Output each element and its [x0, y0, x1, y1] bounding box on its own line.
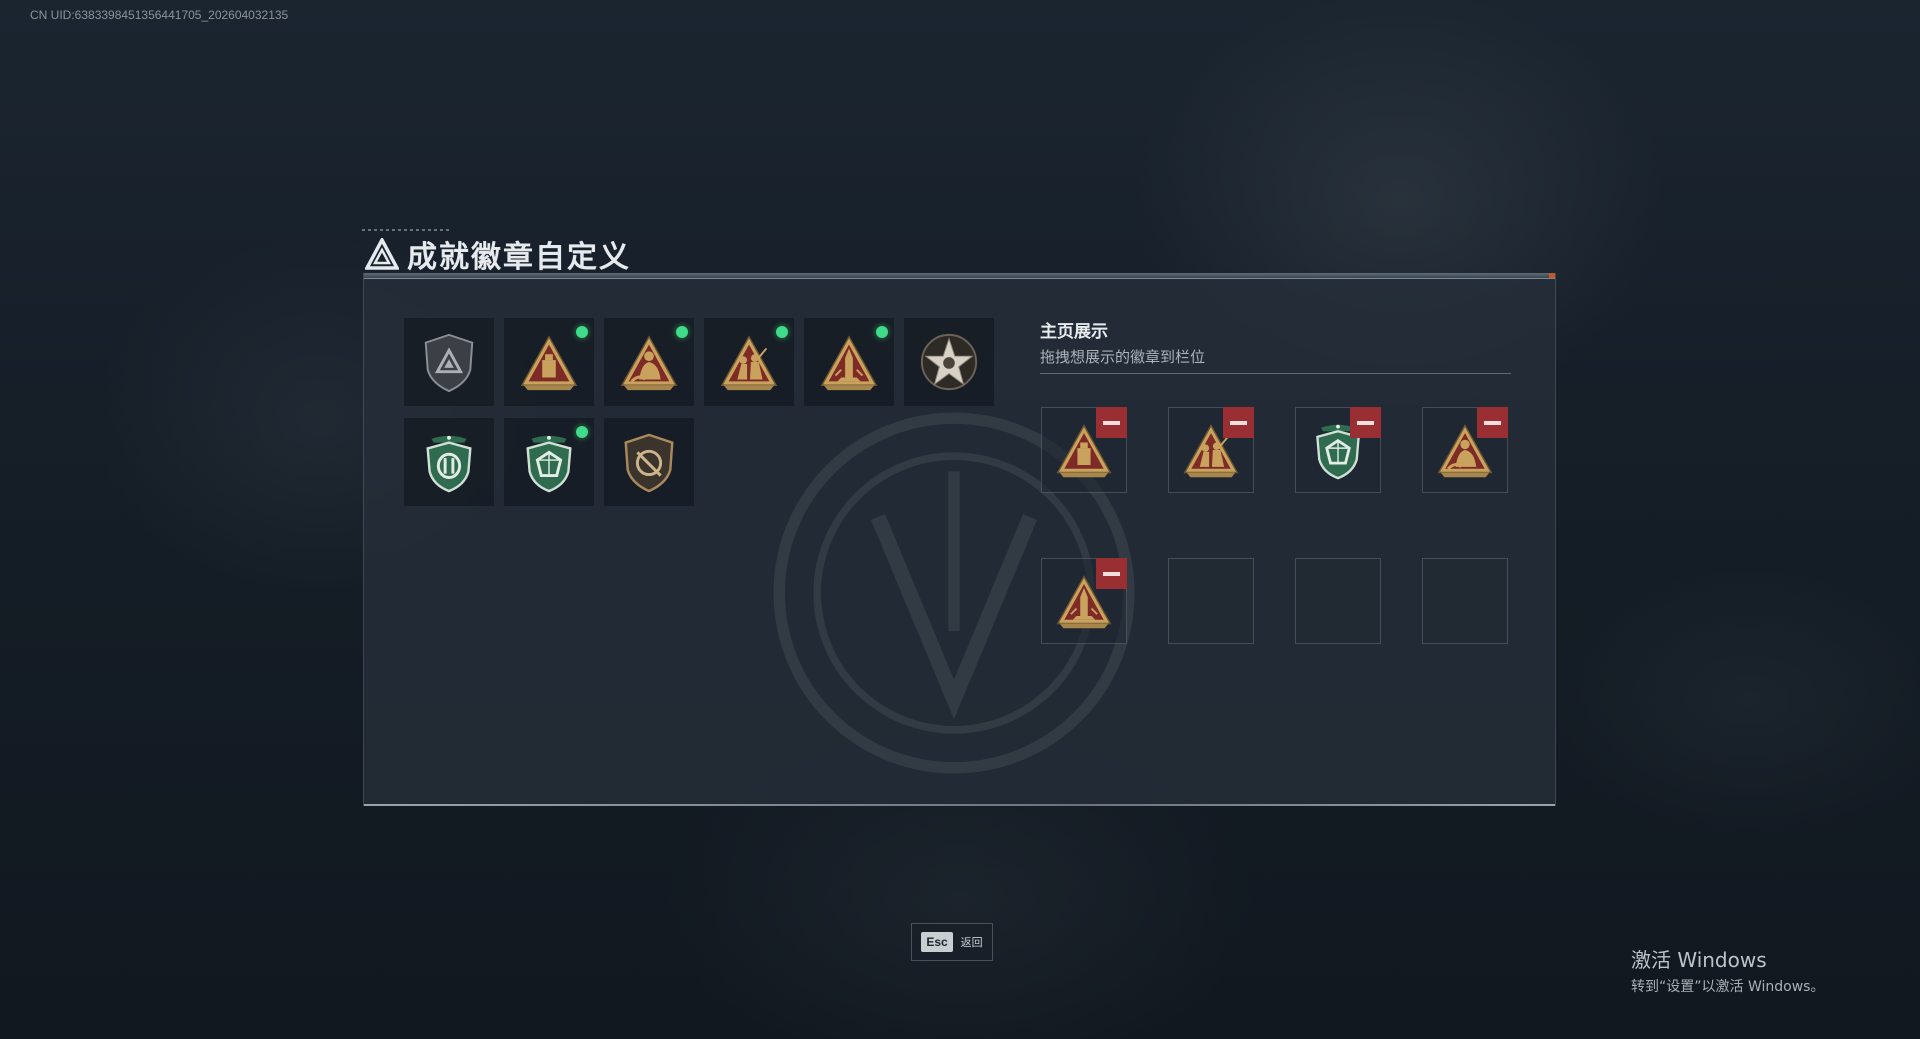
badge-slot-star-medal-badge[interactable] — [904, 318, 994, 406]
minus-icon — [1484, 420, 1501, 425]
badge-collection-grid — [404, 318, 994, 506]
remove-badge-button[interactable] — [1477, 407, 1508, 438]
new-indicator-dot — [876, 326, 888, 338]
bronze-shield-crossed-icon — [624, 433, 674, 493]
showcase-slot-3[interactable] — [1295, 407, 1381, 493]
page-title: 成就徽章自定义 — [407, 240, 631, 275]
watermark-subtitle: 转到“设置”以激活 Windows。 — [1631, 979, 1825, 995]
green-shield-gem-icon — [526, 435, 572, 493]
showcase-slot-7[interactable] — [1295, 558, 1381, 644]
minus-icon — [1103, 420, 1120, 425]
triangle-rocket-icon — [820, 335, 878, 391]
remove-badge-button[interactable] — [1223, 407, 1254, 438]
remove-badge-button[interactable] — [1096, 407, 1127, 438]
uid-label: CN UID:6383398451356441705_202604032135 — [30, 8, 289, 22]
minus-icon — [1357, 420, 1374, 425]
new-indicator-dot — [776, 326, 788, 338]
showcase-title: 主页展示 — [1040, 322, 1108, 342]
new-indicator-dot — [576, 326, 588, 338]
badge-customize-panel: 主页展示 拖拽想展示的徽章到栏位 — [363, 273, 1556, 806]
showcase-slot-4[interactable] — [1422, 407, 1508, 493]
minus-icon — [1103, 571, 1120, 576]
badge-slot-bronze-shield-badge[interactable] — [604, 418, 694, 506]
windows-activation-watermark: 激活 Windows 转到“设置”以激活 Windows。 — [1631, 944, 1824, 996]
panel-top-bar — [364, 273, 1555, 279]
showcase-slot-grid — [1041, 407, 1508, 644]
shield-triangle-icon — [424, 333, 474, 393]
remove-badge-button[interactable] — [1096, 558, 1127, 589]
page-header: 成就徽章自定义 — [365, 232, 631, 276]
showcase-slot-8[interactable] — [1422, 558, 1508, 644]
showcase-slot-1[interactable] — [1041, 407, 1127, 493]
esc-key-icon: Esc — [921, 932, 953, 952]
back-label: 返回 — [960, 936, 983, 949]
triangle-logo-icon — [365, 238, 399, 270]
triangle-seated-figure-icon — [620, 335, 678, 391]
showcase-slot-2[interactable] — [1168, 407, 1254, 493]
watermark-title: 激活 Windows — [1631, 948, 1767, 972]
green-shield-arrows-icon — [426, 435, 472, 493]
minus-icon — [1230, 420, 1247, 425]
badge-slot-rocket-triangle-badge[interactable] — [804, 318, 894, 406]
badge-slot-crate-triangle-badge[interactable] — [504, 318, 594, 406]
showcase-subtitle: 拖拽想展示的徽章到栏位 — [1040, 348, 1206, 366]
badge-slot-soldiers-triangle-badge[interactable] — [704, 318, 794, 406]
triangle-soldiers-icon — [720, 335, 778, 391]
new-indicator-dot — [676, 326, 688, 338]
badge-slot-green-shield-arrows-badge[interactable] — [404, 418, 494, 506]
back-button[interactable]: Esc 返回 — [911, 923, 993, 961]
new-indicator-dot — [576, 426, 588, 438]
triangle-crate-icon — [520, 335, 578, 391]
round-star-icon — [920, 333, 978, 391]
remove-badge-button[interactable] — [1350, 407, 1381, 438]
showcase-slot-5[interactable] — [1041, 558, 1127, 644]
title-decoration — [362, 229, 452, 231]
showcase-header: 主页展示 拖拽想展示的徽章到栏位 — [1040, 317, 1205, 367]
showcase-divider — [1040, 373, 1511, 374]
badge-slot-green-shield-gem-badge[interactable] — [504, 418, 594, 506]
badge-slot-seated-soldier-triangle-badge[interactable] — [604, 318, 694, 406]
badge-slot-gray-shield-badge[interactable] — [404, 318, 494, 406]
showcase-slot-6[interactable] — [1168, 558, 1254, 644]
panel-bottom-bar — [364, 804, 1555, 806]
